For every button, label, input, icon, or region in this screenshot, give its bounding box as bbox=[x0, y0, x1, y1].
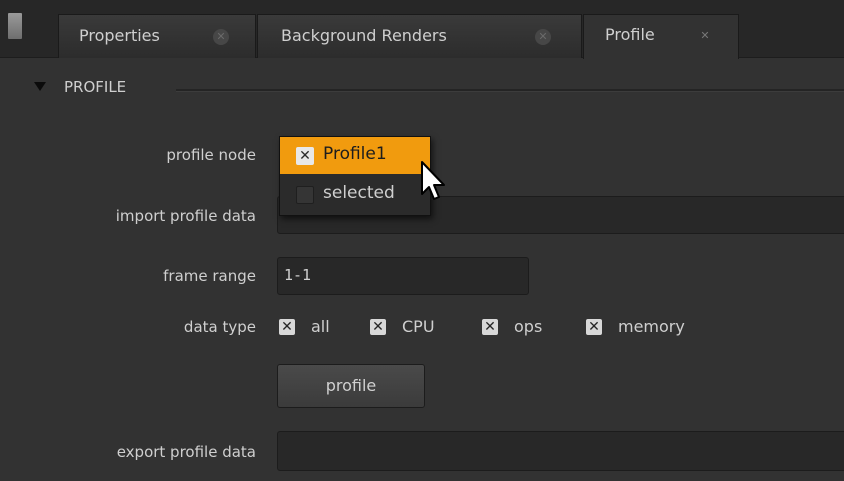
collapse-triangle-icon[interactable] bbox=[34, 82, 46, 91]
checkbox-memory[interactable]: ✕ bbox=[586, 319, 602, 335]
checkbox-all[interactable]: ✕ bbox=[279, 319, 295, 335]
frame-range-value: 1-1 bbox=[284, 266, 312, 284]
frame-range-label: frame range bbox=[163, 267, 256, 285]
pane-grip-icon[interactable] bbox=[8, 13, 22, 39]
dropdown-item-profile1[interactable]: ✕ Profile1 bbox=[280, 137, 430, 174]
data-type-label: data type bbox=[183, 318, 256, 336]
profile-node-label: profile node bbox=[166, 146, 256, 164]
checkbox-all-label: all bbox=[311, 317, 330, 336]
frame-range-input[interactable]: 1-1 bbox=[277, 257, 529, 295]
checkbox-checked-icon[interactable]: ✕ bbox=[296, 147, 314, 165]
tab-label: Profile bbox=[605, 25, 655, 44]
checkbox-memory-label: memory bbox=[618, 317, 685, 336]
import-profile-data-label: import profile data bbox=[115, 207, 256, 225]
close-circle-icon[interactable]: ✕ bbox=[535, 29, 551, 45]
tab-label: Background Renders bbox=[281, 26, 447, 45]
close-x-icon[interactable]: ✕ bbox=[697, 28, 713, 44]
profile-button[interactable]: profile bbox=[277, 364, 425, 408]
section-divider bbox=[176, 89, 844, 92]
checkbox-ops-label: ops bbox=[514, 317, 543, 336]
tab-profile[interactable]: Profile ✕ bbox=[583, 14, 739, 59]
dropdown-item-selected[interactable]: selected bbox=[280, 176, 430, 214]
close-circle-icon[interactable]: ✕ bbox=[213, 29, 229, 45]
checkbox-cpu-label: CPU bbox=[402, 317, 435, 336]
mouse-cursor-icon bbox=[421, 161, 445, 200]
section-title: PROFILE bbox=[64, 78, 127, 96]
tab-properties[interactable]: Properties ✕ bbox=[58, 14, 256, 58]
checkbox-cpu[interactable]: ✕ bbox=[370, 319, 386, 335]
tab-background-renders[interactable]: Background Renders ✕ bbox=[257, 14, 582, 58]
dropdown-item-label: selected bbox=[323, 183, 395, 203]
checkbox-ops[interactable]: ✕ bbox=[482, 319, 498, 335]
checkbox-unchecked-icon[interactable] bbox=[296, 186, 314, 204]
export-profile-data-field[interactable] bbox=[277, 431, 844, 471]
dropdown-item-label: Profile1 bbox=[323, 144, 387, 164]
export-profile-data-label: export profile data bbox=[116, 443, 256, 461]
tab-label: Properties bbox=[79, 26, 160, 45]
